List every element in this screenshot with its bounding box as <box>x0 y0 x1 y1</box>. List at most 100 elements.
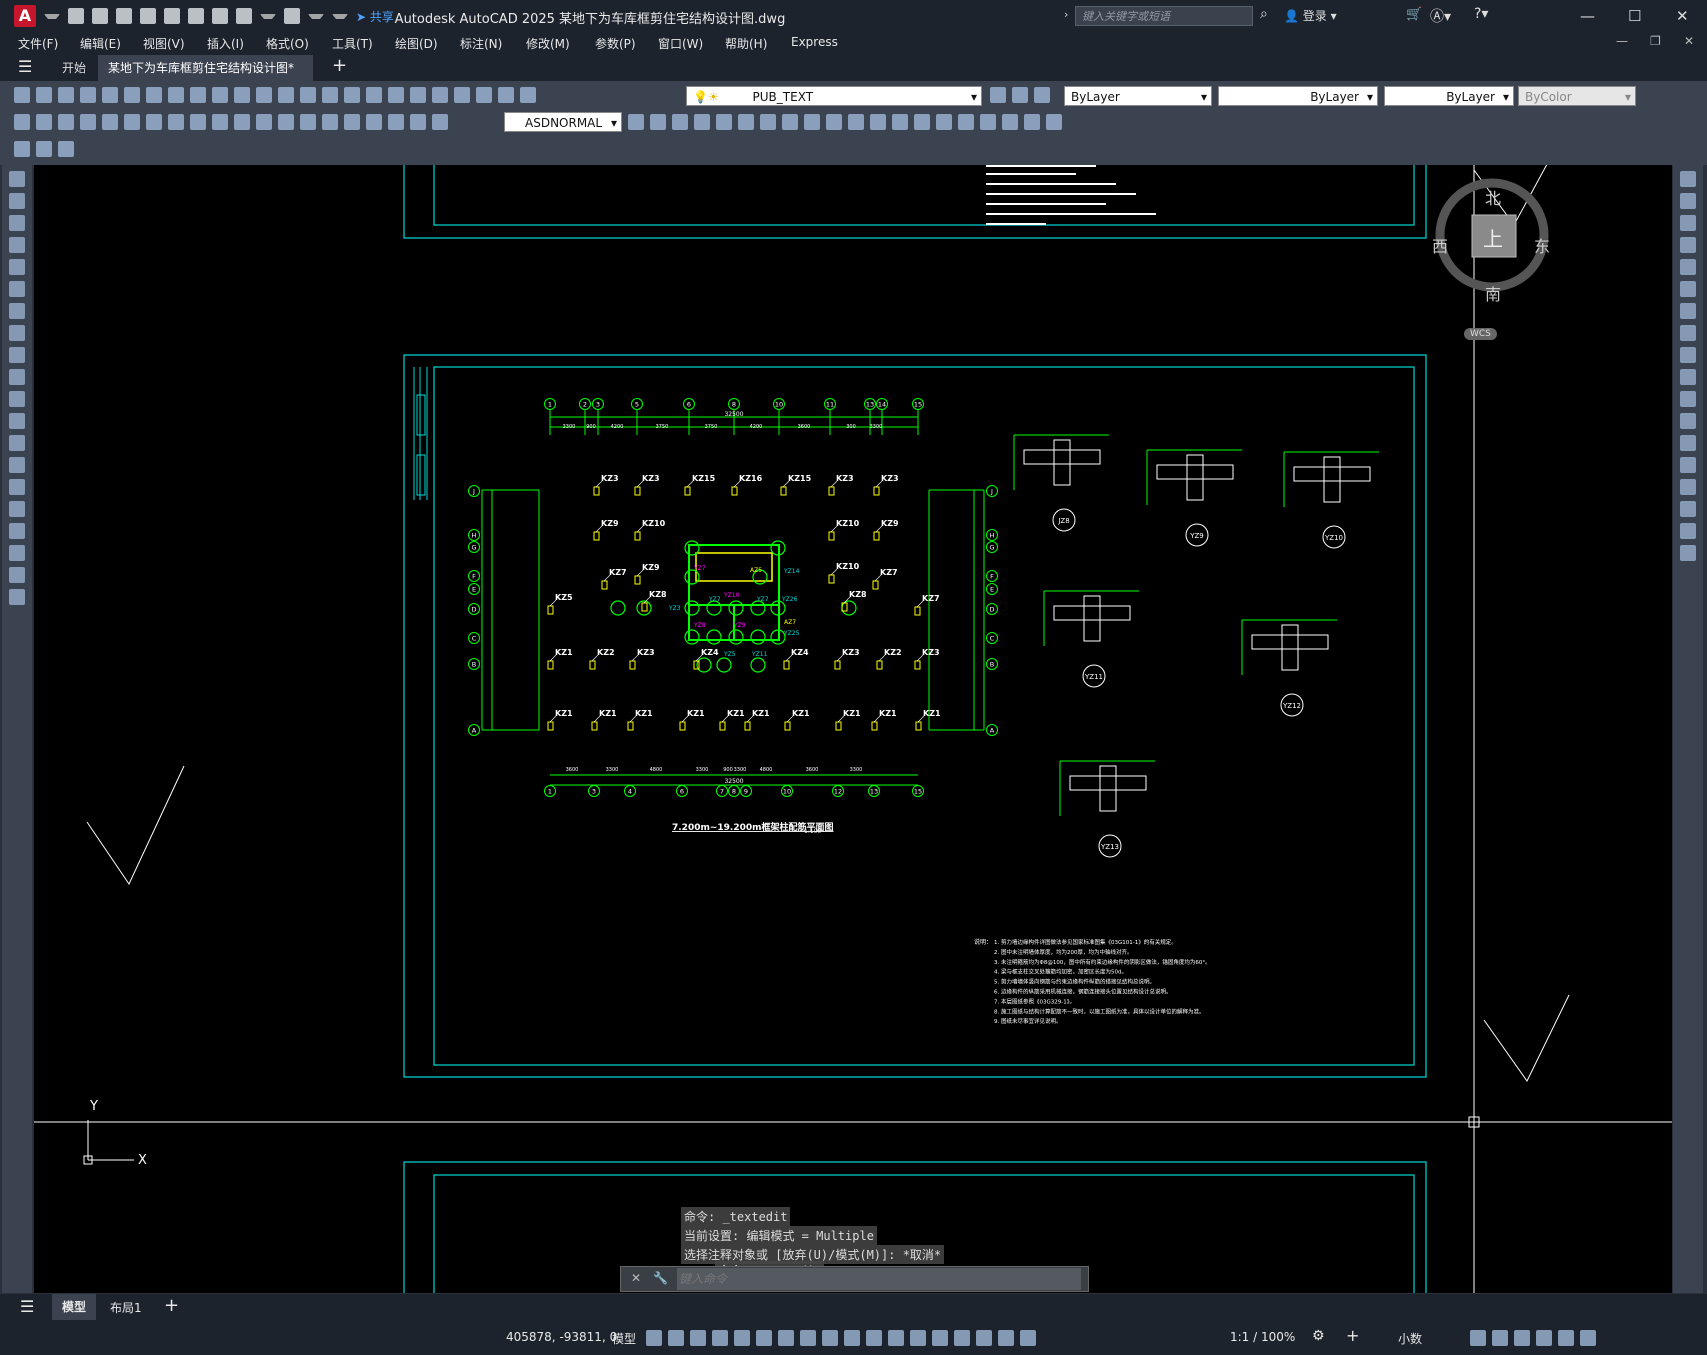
copy-faces-icon[interactable] <box>848 114 864 130</box>
transparency-toggle-icon[interactable] <box>866 1330 882 1346</box>
menu-modify[interactable]: 修改(M) <box>526 35 570 52</box>
menu-draw[interactable]: 绘图(D) <box>395 35 438 52</box>
cut-icon[interactable] <box>168 87 184 103</box>
lineweight-toggle-icon[interactable] <box>844 1330 860 1346</box>
inspection-icon[interactable] <box>344 114 360 130</box>
union-icon[interactable] <box>650 114 666 130</box>
properties-icon[interactable] <box>388 87 404 103</box>
dim-edit-icon[interactable] <box>388 114 404 130</box>
zoom-realtime-icon[interactable] <box>322 87 338 103</box>
layout-menu-icon[interactable]: ☰ <box>20 1297 34 1316</box>
quick-properties-icon[interactable] <box>1470 1330 1486 1346</box>
attribute-icon[interactable] <box>36 141 52 157</box>
tab-start[interactable]: 开始 <box>52 55 96 81</box>
customization-icon[interactable] <box>1580 1330 1596 1346</box>
linetype-dropdown[interactable]: ByLayer ▾ <box>1218 86 1378 106</box>
layer-dropdown[interactable]: 💡☀ PUB_TEXT ▾ <box>686 86 982 106</box>
dim-text-edit-icon[interactable] <box>410 114 426 130</box>
construction-line-icon[interactable] <box>9 193 25 209</box>
auto-scale-icon[interactable] <box>1020 1330 1036 1346</box>
layer-states-icon[interactable] <box>1034 87 1050 103</box>
layer-walk-icon[interactable] <box>58 141 74 157</box>
tolerance-icon[interactable] <box>300 114 316 130</box>
grid-toggle-icon[interactable] <box>646 1330 662 1346</box>
multiline-text-icon[interactable] <box>9 567 25 583</box>
maximize-icon[interactable]: ☐ <box>1628 7 1641 25</box>
make-current-layer-icon[interactable] <box>990 87 1006 103</box>
ortho-toggle-icon[interactable] <box>734 1330 750 1346</box>
tab-active-document[interactable]: 某地下为车库框剪住宅结构设计图* ✕ <box>98 55 313 101</box>
3d-osnap-icon[interactable] <box>910 1330 926 1346</box>
ellipse-icon[interactable] <box>9 369 25 385</box>
dim-break-icon[interactable] <box>278 114 294 130</box>
menu-file[interactable]: 文件(F) <box>18 35 58 52</box>
qsave-icon[interactable] <box>58 87 74 103</box>
copy-edges-icon[interactable] <box>1002 114 1018 130</box>
taper-faces-icon[interactable] <box>826 114 842 130</box>
publish-3d-icon[interactable] <box>146 87 162 103</box>
menu-view[interactable]: 视图(V) <box>143 35 185 52</box>
break-at-point-icon[interactable] <box>1680 413 1696 429</box>
ellipse-arc-icon[interactable] <box>9 391 25 407</box>
undo-tb-icon[interactable] <box>256 87 272 103</box>
point-icon[interactable] <box>9 457 25 473</box>
lock-ui-icon[interactable] <box>1492 1330 1508 1346</box>
plotstyle-dropdown[interactable]: ByColor ▾ <box>1518 86 1636 106</box>
arc-length-icon[interactable] <box>58 114 74 130</box>
match-properties-icon[interactable] <box>234 87 250 103</box>
dimstyle-manager-icon[interactable] <box>628 114 644 130</box>
polar-tracking-icon[interactable] <box>756 1330 772 1346</box>
rotate-icon[interactable] <box>1680 303 1696 319</box>
layer-previous-icon[interactable] <box>1012 87 1028 103</box>
doc-close-icon[interactable]: ✕ <box>1684 34 1694 48</box>
check-icon[interactable] <box>980 114 996 130</box>
menu-window[interactable]: 窗口(W) <box>658 35 703 52</box>
move-icon[interactable] <box>1680 281 1696 297</box>
lineweight-dropdown[interactable]: ByLayer ▾ <box>1384 86 1514 106</box>
search-icon[interactable]: ⌕ <box>1260 6 1268 22</box>
clean-screen-icon[interactable] <box>1558 1330 1574 1346</box>
menu-parametric[interactable]: 参数(P) <box>595 35 636 52</box>
design-center-icon[interactable] <box>410 87 426 103</box>
help-icon[interactable]: ?▾ <box>1474 6 1488 22</box>
gradient-icon[interactable] <box>9 501 25 517</box>
region-icon[interactable] <box>9 523 25 539</box>
copy-icon[interactable] <box>190 87 206 103</box>
erase-icon[interactable] <box>1680 171 1696 187</box>
viewcube-east[interactable]: 东 <box>1534 233 1550 257</box>
hardware-acceleration-icon[interactable] <box>1536 1330 1552 1346</box>
sheet-set-icon[interactable] <box>454 87 470 103</box>
menu-dimension[interactable]: 标注(N) <box>460 35 502 52</box>
command-close-icon[interactable]: ✕ <box>631 1271 641 1285</box>
close-icon[interactable]: ✕ <box>1676 7 1689 25</box>
break-icon[interactable] <box>1680 435 1696 451</box>
copy-object-icon[interactable] <box>1680 193 1696 209</box>
search-input[interactable]: 键入关键字或短语 <box>1075 6 1253 26</box>
explode-icon[interactable] <box>1680 545 1696 561</box>
delete-faces-icon[interactable] <box>782 114 798 130</box>
menu-edit[interactable]: 编辑(E) <box>80 35 121 52</box>
menu-help[interactable]: 帮助(H) <box>725 35 767 52</box>
zoom-previous-icon[interactable] <box>366 87 382 103</box>
menu-express[interactable]: Express <box>791 35 838 49</box>
trim-icon[interactable] <box>1680 369 1696 385</box>
add-selected-icon[interactable] <box>9 589 25 605</box>
menu-format[interactable]: 格式(O) <box>266 35 309 52</box>
coordinates-readout[interactable]: 405878, -93811, 0 <box>506 1330 617 1344</box>
dim-space-icon[interactable] <box>256 114 272 130</box>
move-faces-icon[interactable] <box>738 114 754 130</box>
scale-icon[interactable] <box>1680 325 1696 341</box>
viewcube-west[interactable]: 西 <box>1432 233 1448 257</box>
spline-icon[interactable] <box>9 347 25 363</box>
blend-curves-icon[interactable] <box>1680 523 1696 539</box>
baseline-dim-icon[interactable] <box>212 114 228 130</box>
extrude-faces-icon[interactable] <box>716 114 732 130</box>
revision-cloud-icon[interactable] <box>9 325 25 341</box>
continue-dim-icon[interactable] <box>234 114 250 130</box>
menu-insert[interactable]: 插入(I) <box>207 35 244 52</box>
jogged-linear-icon[interactable] <box>366 114 382 130</box>
open-icon[interactable] <box>36 87 52 103</box>
selection-cycling-icon[interactable] <box>888 1330 904 1346</box>
diameter-dim-icon[interactable] <box>146 114 162 130</box>
annotation-monitor-icon[interactable]: + <box>1346 1326 1359 1345</box>
